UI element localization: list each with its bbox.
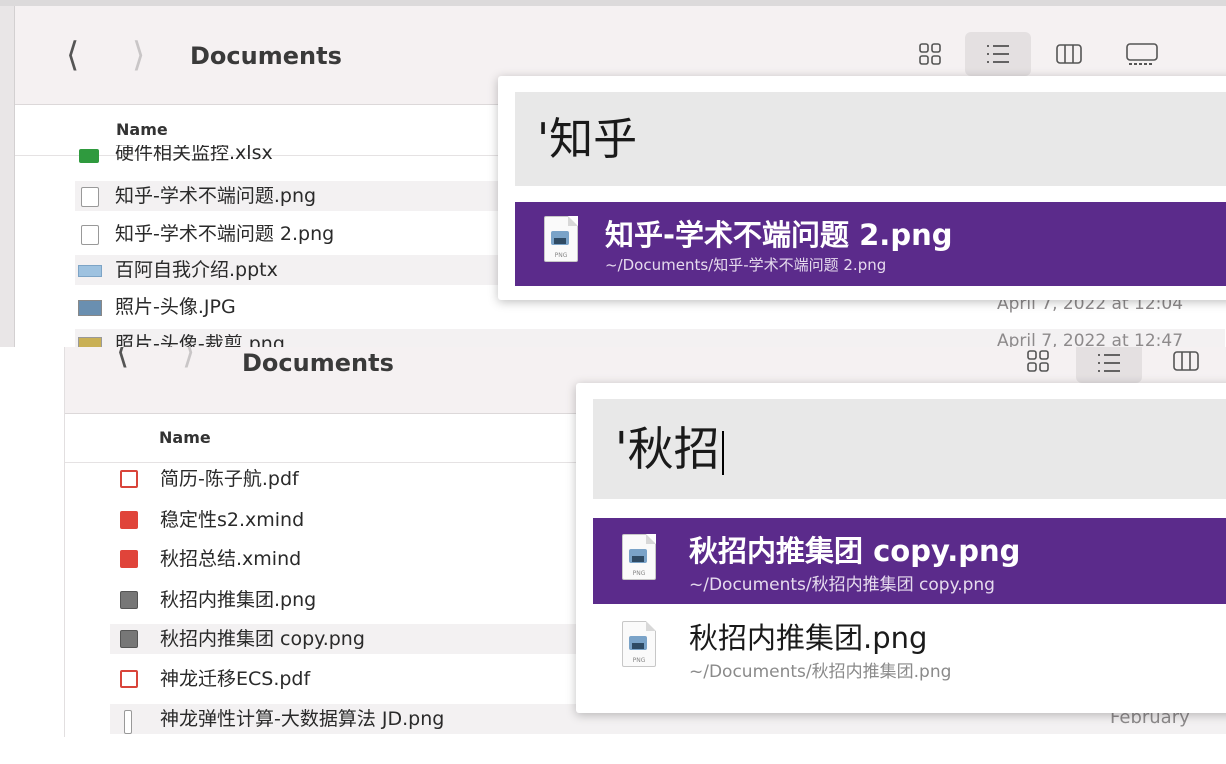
window-title: Documents [242,349,394,377]
file-name: 知乎-学术不端问题.png [115,185,317,207]
png-file-icon [124,710,132,734]
sidebar-edge [0,0,15,347]
column-view-icon[interactable] [1172,349,1200,373]
pdf-icon [120,470,138,488]
xmind-icon [120,550,138,568]
excel-icon [79,149,99,163]
name-column-header[interactable]: Name [159,428,211,447]
file-name: 秋招内推集团.png [160,589,317,611]
modified-date: April 7, 2022 at 12:47 [997,331,1184,347]
file-name: 简历-陈子航.pdf [160,468,299,490]
file-name: 百阿自我介绍.pptx [115,259,278,281]
text-cursor [721,430,724,475]
png-file-icon [81,225,99,245]
xmind-icon [120,511,138,529]
result-title: 秋招内推集团 copy.png [689,534,1021,568]
spotlight-query: '秋招 [615,422,720,476]
png-file-icon: PNG [622,534,656,580]
file-name: 照片-头像-裁剪.png [115,333,285,347]
icon-view-icon[interactable] [1026,349,1050,373]
spotlight-result-selected[interactable]: PNG 秋招内推集团 copy.png ~/Documents/秋招内推集团 c… [593,518,1226,604]
forward-arrow-icon[interactable]: ⟩ [182,347,195,369]
spotlight-result[interactable]: PNG 秋招内推集团.png ~/Documents/秋招内推集团.png [593,605,1226,691]
file-name: 秋招内推集团 copy.png [160,628,365,650]
back-arrow-icon[interactable]: ⟨ [66,38,79,72]
jpg-file-icon [78,300,102,316]
finder-window-bottom: ⟨ ⟩ Documents Name 简历-陈子航.pdf 稳定性s2.xmin… [0,347,1226,764]
pdf-icon [120,670,138,688]
png-file-icon [81,187,99,207]
file-name: 神龙迁移ECS.pdf [160,668,311,690]
spotlight-query[interactable]: '知乎 [537,112,637,168]
png-file-icon: PNG [544,216,578,262]
result-path: ~/Documents/秋招内推集团 copy.png [689,575,995,595]
sidebar-edge [0,347,64,737]
result-path: ~/Documents/知乎-学术不端问题 2.png [605,256,887,274]
result-title: 秋招内推集团.png [689,621,928,655]
spotlight-panel: '知乎 PNG 知乎-学术不端问题 2.png ~/Documents/知乎-学… [498,76,1226,300]
image-icon [120,630,138,648]
list-view-button[interactable] [1076,347,1142,383]
spotlight-search-bar[interactable]: '秋招 [593,399,1226,499]
forward-arrow-icon[interactable]: ⟩ [132,38,145,72]
name-column-header[interactable]: Name [116,120,168,139]
file-name: 神龙弹性计算-大数据算法 JD.png [160,708,445,730]
file-name: 硬件相关监控.xlsx [115,145,273,164]
png-file-icon: PNG [622,621,656,667]
window-title: Documents [190,42,342,70]
keynote-icon [78,265,102,277]
back-arrow-icon[interactable]: ⟨ [116,347,129,369]
column-view-icon[interactable] [1055,42,1083,66]
file-name: 照片-头像.JPG [115,296,236,318]
result-path: ~/Documents/秋招内推集团.png [689,662,952,682]
spotlight-result-selected[interactable]: PNG 知乎-学术不端问题 2.png ~/Documents/知乎-学术不端问… [515,202,1226,286]
list-view-button[interactable] [965,32,1031,76]
spotlight-query-field[interactable]: '秋招 [615,421,724,477]
spotlight-panel: '秋招 PNG 秋招内推集团 copy.png ~/Documents/秋招内推… [576,383,1226,713]
spotlight-search-bar[interactable]: '知乎 [515,92,1226,186]
file-name: 秋招总结.xmind [160,548,302,570]
icon-view-icon[interactable] [918,42,942,66]
result-title: 知乎-学术不端问题 2.png [605,218,953,252]
gallery-view-icon[interactable] [1124,42,1160,68]
window-top-edge [0,0,1226,6]
finder-window-top: ⟨ ⟩ Documents Name 硬件相关监控.xlsx 知乎-学术不端问题… [0,0,1226,347]
png-file-icon [78,337,102,347]
file-name: 知乎-学术不端问题 2.png [115,223,335,245]
image-icon [120,591,138,609]
file-name: 稳定性s2.xmind [160,509,305,531]
